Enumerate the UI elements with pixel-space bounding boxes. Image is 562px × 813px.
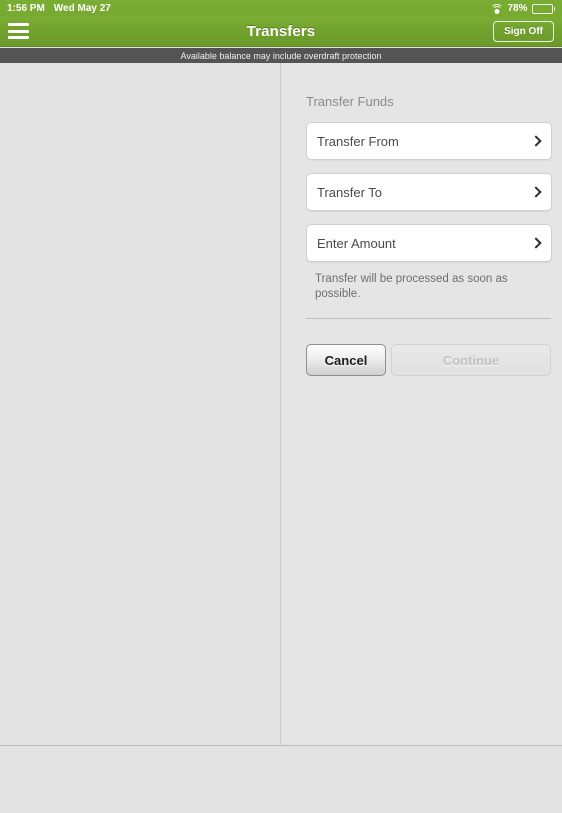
chevron-right-icon <box>532 237 540 249</box>
nav-header: Transfers Sign Off <box>0 17 562 47</box>
chevron-right-icon <box>532 186 540 198</box>
enter-amount-field[interactable]: Enter Amount <box>306 224 552 262</box>
transfer-helper-text: Transfer will be processed as soon as po… <box>315 273 508 300</box>
overdraft-notice-bar: Available balance may include overdraft … <box>0 48 562 63</box>
section-divider <box>306 318 551 319</box>
cancel-button[interactable]: Cancel <box>306 344 386 376</box>
hamburger-menu-icon[interactable] <box>8 22 29 40</box>
continue-button: Continue <box>391 344 551 376</box>
page-title: Transfers <box>246 23 316 40</box>
app-screen: 1:56 PM Wed May 27 78% Transfers Sign Of… <box>0 0 562 813</box>
battery-percent-label: 78% <box>507 3 528 14</box>
transfer-to-field[interactable]: Transfer To <box>306 173 552 211</box>
bottom-strip <box>0 746 562 813</box>
transfer-to-label: Transfer To <box>317 184 383 200</box>
status-bar: 1:56 PM Wed May 27 78% <box>0 0 562 17</box>
sign-off-button[interactable]: Sign Off <box>493 21 554 42</box>
status-time: 1:56 PM <box>7 3 45 14</box>
transfer-from-field[interactable]: Transfer From <box>306 122 552 160</box>
wifi-icon <box>490 4 504 14</box>
content-area: Transfer Funds Transfer From Transfer To… <box>0 63 562 813</box>
section-title: Transfer Funds <box>306 94 394 109</box>
transfer-from-label: Transfer From <box>317 133 399 149</box>
status-bar-right: 78% <box>490 3 555 14</box>
enter-amount-label: Enter Amount <box>317 235 396 251</box>
transfer-funds-pane: Transfer Funds Transfer From Transfer To… <box>282 63 562 745</box>
status-bar-left: 1:56 PM Wed May 27 <box>7 3 111 14</box>
left-pane <box>0 63 281 745</box>
status-date: Wed May 27 <box>53 3 111 14</box>
chevron-right-icon <box>532 135 540 147</box>
battery-icon <box>531 3 555 14</box>
